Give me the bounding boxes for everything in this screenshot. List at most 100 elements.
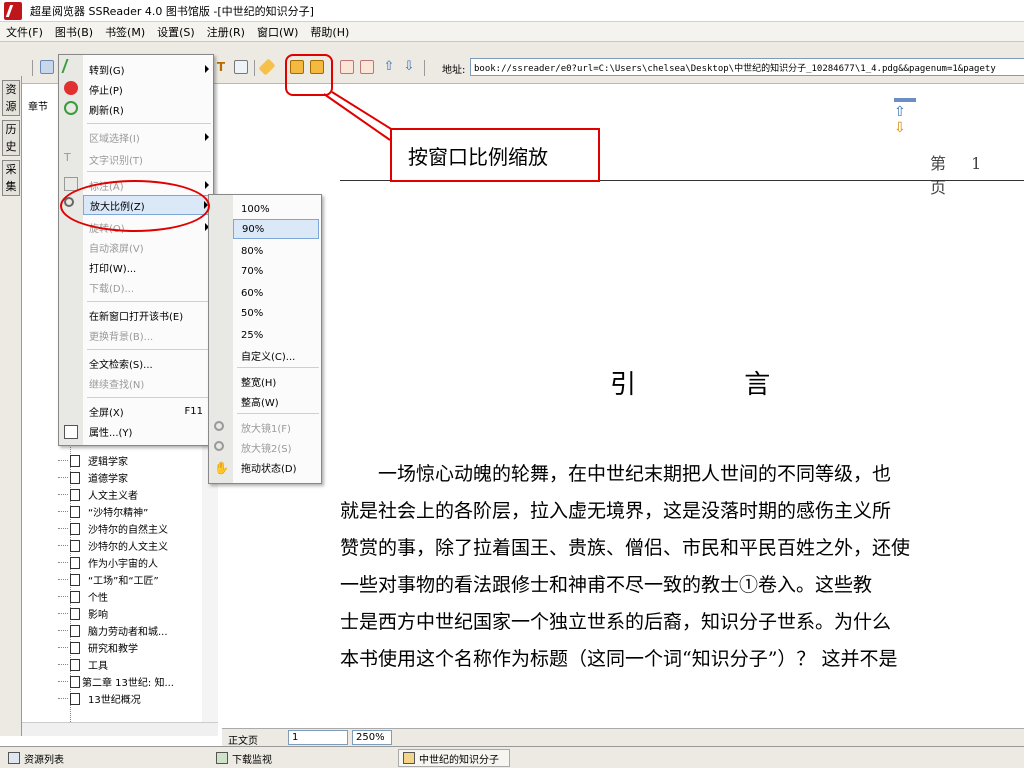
menu-item-fulltext-search[interactable]: 全文检索(S)... xyxy=(83,353,211,373)
menu-register[interactable]: 注册(R) xyxy=(207,24,245,40)
tree-item[interactable]: 影响 xyxy=(58,605,108,622)
menu-item-change-background[interactable]: 更换背景(B)... xyxy=(83,325,211,345)
tab-history[interactable]: 历史 xyxy=(2,120,20,156)
zoom-90[interactable]: 90% xyxy=(233,219,319,239)
page-icon xyxy=(70,454,80,467)
tab-resources[interactable]: 资源 xyxy=(2,80,20,116)
panel-toggle-icon[interactable] xyxy=(40,60,54,74)
menu-item-find-next[interactable]: 继续查找(N) xyxy=(83,373,211,393)
scroll-down-icon[interactable]: ⇩ xyxy=(894,120,920,136)
page-number-input[interactable]: 1 xyxy=(288,730,348,745)
page-icon xyxy=(70,471,80,484)
left-vertical-tabs: 资源 历史 采集 xyxy=(0,76,22,736)
text-tool-icon[interactable]: T xyxy=(214,60,228,74)
page-number: 第 1 页 xyxy=(930,154,992,197)
screenshot-icon[interactable] xyxy=(234,60,248,74)
zoom-60[interactable]: 60% xyxy=(233,283,319,303)
page-icon xyxy=(70,539,80,552)
menu-item-fullscreen[interactable]: 全屏(X) F11 xyxy=(83,401,211,421)
resource-list-tab[interactable]: 资源列表 xyxy=(4,749,64,767)
page-icon xyxy=(70,556,80,569)
download-monitor-tab[interactable]: 下载监视 xyxy=(212,749,272,767)
zoom-magnifier-1[interactable]: 放大镜1(F) xyxy=(233,417,319,437)
zoom-100[interactable]: 100% xyxy=(233,199,319,219)
scroll-up-icon[interactable]: ⇧ xyxy=(894,104,920,120)
tree-item[interactable]: 道德学家 xyxy=(58,469,128,486)
tree-item[interactable]: 沙特尔的人文主义 xyxy=(58,537,168,554)
download-icon xyxy=(216,752,228,764)
menu-bookmark[interactable]: 书签(M) xyxy=(105,24,145,40)
menu-item-print[interactable]: 打印(W)... xyxy=(83,257,211,277)
address-input[interactable]: book://ssreader/e0?url=C:\Users\chelsea\… xyxy=(470,58,1024,76)
tree-item[interactable]: “工场”和“工匠” xyxy=(58,571,159,588)
menu-item-open-new-window[interactable]: 在新窗口打开该书(E) xyxy=(83,305,211,325)
tree-item[interactable]: 人文主义者 xyxy=(58,486,138,503)
zoom-item-highlight-ellipse xyxy=(60,180,210,232)
tree-item[interactable]: 逻辑学家 xyxy=(58,452,128,469)
paragraph-line: 赞赏的事，除了拉着国王、贵族、僧侣、市民和平民百姓之外，还使 xyxy=(340,537,911,559)
menu-help[interactable]: 帮助(H) xyxy=(310,24,349,40)
menu-item-properties[interactable]: 属性...(Y) xyxy=(83,421,211,441)
chapter-horizontal-scrollbar[interactable] xyxy=(22,722,218,736)
tree-item[interactable]: 沙特尔的自然主义 xyxy=(58,520,168,537)
zoom-fit-height[interactable]: 整高(W) xyxy=(233,391,319,411)
zoom-level-select[interactable]: 250% xyxy=(352,730,392,745)
zoom-magnifier-2[interactable]: 放大镜2(S) xyxy=(233,437,319,457)
menu-settings[interactable]: 设置(S) xyxy=(157,24,195,40)
section-selector[interactable]: 正文页 xyxy=(228,732,258,747)
chapter-title: 引 言 xyxy=(610,370,821,400)
status-bar: 资源列表 下载监视 中世纪的知识分子 xyxy=(0,746,1024,768)
arrow-up-icon[interactable]: ⇧ xyxy=(382,60,396,74)
tree-item[interactable]: 第二章 13世纪: 知... xyxy=(58,673,174,690)
pen-tool-icon[interactable] xyxy=(258,58,276,76)
toolbar-separator xyxy=(424,60,425,76)
hand-drag-icon: ✋ xyxy=(214,461,229,475)
menu-window[interactable]: 窗口(W) xyxy=(257,24,298,40)
zoom-25[interactable]: 25% xyxy=(233,325,319,345)
reading-area: ⇧ ⇩ 第 1 页 引 言 一场惊心动魄的轮舞，在中世纪末期把人世间的不同等级，… xyxy=(222,84,1024,730)
zoom-fit-width[interactable]: 整宽(H) xyxy=(233,371,319,391)
menu-item-auto-scroll[interactable]: 自动滚屏(V) xyxy=(83,237,211,257)
tree-item[interactable]: 个性 xyxy=(58,588,108,605)
callout-pointer xyxy=(323,91,397,141)
zoom-submenu: 100% 90% 80% 70% 60% 50% 25% 自定义(C)... 整… xyxy=(208,194,322,484)
tree-item[interactable]: 研究和教学 xyxy=(58,639,138,656)
menu-book[interactable]: 图书(B) xyxy=(55,24,93,40)
arrow-down-icon[interactable]: ⇩ xyxy=(402,60,416,74)
zoom-drag-mode[interactable]: 拖动状态(D) xyxy=(233,457,319,477)
tree-item[interactable]: 脑力劳动者和城... xyxy=(58,622,168,639)
resource-list-icon xyxy=(8,752,20,764)
zoom-50[interactable]: 50% xyxy=(233,303,319,323)
page-icon xyxy=(70,522,80,535)
menu-item-ocr[interactable]: 文字识别(T) xyxy=(83,149,211,169)
toolbar-separator xyxy=(254,60,255,76)
tree-item[interactable]: “沙特尔精神” xyxy=(58,503,148,520)
first-page-icon[interactable] xyxy=(340,60,354,74)
address-label: 地址: xyxy=(442,65,466,76)
page-icon xyxy=(70,692,80,705)
menu-item-goto[interactable]: 转到(G) xyxy=(83,59,211,79)
menu-item-region-select[interactable]: 区域选择(I) xyxy=(83,127,211,147)
zoom-80[interactable]: 80% xyxy=(233,241,319,261)
tree-item[interactable]: 13世纪概况 xyxy=(58,690,141,707)
page-icon xyxy=(70,488,80,501)
zoom-custom[interactable]: 自定义(C)... xyxy=(233,345,319,365)
zoom-70[interactable]: 70% xyxy=(233,261,319,281)
menu-item-refresh[interactable]: 刷新(R) xyxy=(83,99,211,119)
tab-collect[interactable]: 采集 xyxy=(2,160,20,196)
menu-bar: 文件(F) 图书(B) 书签(M) 设置(S) 注册(R) 窗口(W) 帮助(H… xyxy=(0,22,1024,42)
title-bar: 超星阅览器 SSReader 4.0 图书馆版 -[中世纪的知识分子] xyxy=(0,0,1024,22)
last-page-icon[interactable] xyxy=(360,60,374,74)
book-window-tab[interactable]: 中世纪的知识分子 xyxy=(398,749,510,767)
menu-item-stop[interactable]: 停止(P) xyxy=(83,79,211,99)
tree-item[interactable]: 工具 xyxy=(58,656,108,673)
chapter-tab-label[interactable]: 章节 xyxy=(28,98,48,113)
window-title: 超星阅览器 SSReader 4.0 图书馆版 -[中世纪的知识分子] xyxy=(30,4,314,18)
stop-icon xyxy=(64,81,78,95)
tree-item[interactable]: 作为小宇宙的人 xyxy=(58,554,158,571)
refresh-icon xyxy=(64,101,78,115)
menu-file[interactable]: 文件(F) xyxy=(6,24,43,40)
book-icon xyxy=(403,752,415,764)
menu-item-download[interactable]: 下载(D)... xyxy=(83,277,211,297)
properties-icon xyxy=(64,425,78,439)
